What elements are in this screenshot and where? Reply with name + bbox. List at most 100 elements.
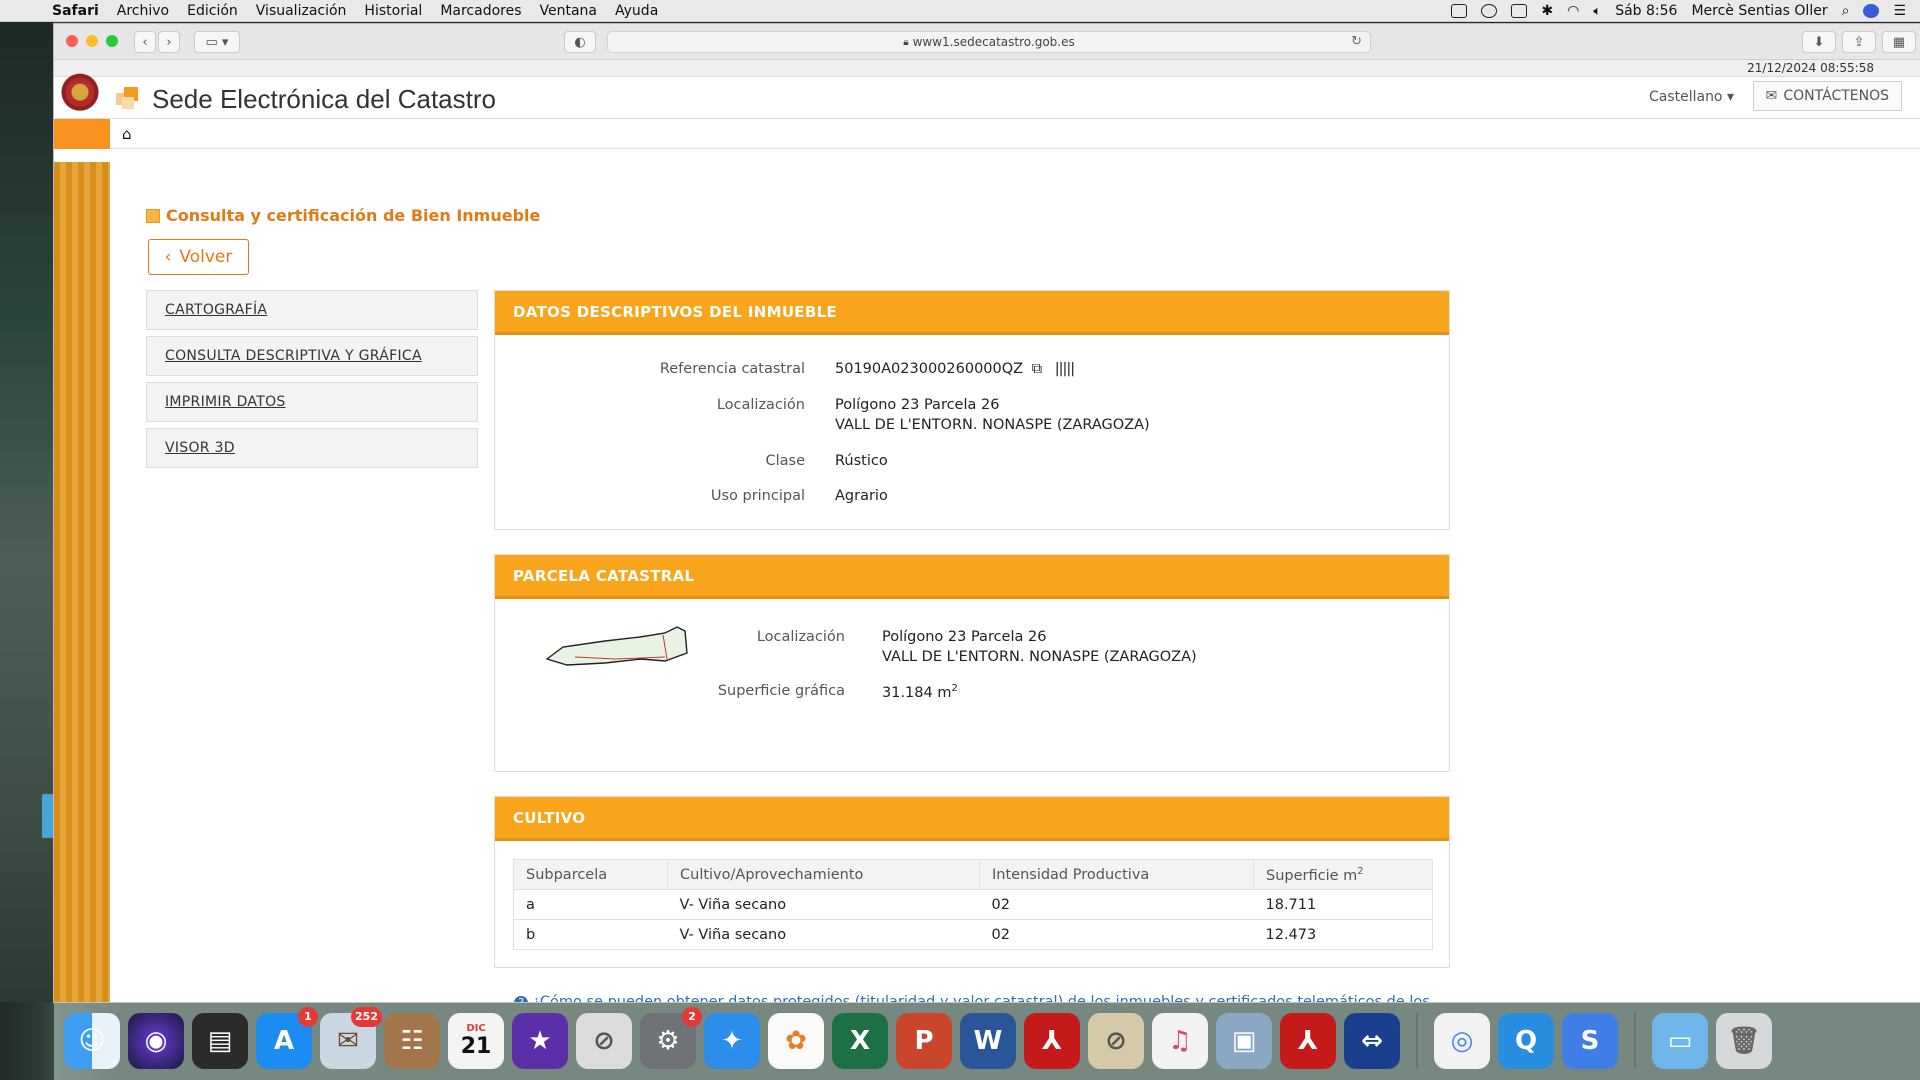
menu-historial[interactable]: Historial [364,3,422,19]
clase-value: Rústico [835,453,888,469]
app-store-icon[interactable]: A1 [256,1007,318,1069]
volume-icon[interactable]: 🔈︎ [1593,4,1601,19]
col-superficie: Superficie m2 [1253,859,1433,890]
spotlight-icon[interactable]: ⌕ [1842,3,1850,19]
contacts-icon[interactable]: ☷ [384,1013,440,1069]
notification-center-icon[interactable]: ☰ [1893,3,1906,19]
menu-ventana[interactable]: Ventana [540,3,598,19]
folder-icon [146,208,160,223]
decorative-side-band [54,162,110,1002]
cell-superficie: 12.473 [1253,919,1433,950]
trash-icon[interactable]: 🗑︎ [1716,1013,1772,1069]
disabled-app-icon[interactable]: ⊘ [576,1013,632,1069]
system-preferences-icon[interactable]: ⚙ 2 [640,1007,702,1069]
chevron-left-icon: ‹ [164,247,172,267]
language-selector[interactable]: Castellano ▾ [1649,89,1734,105]
calendar-icon[interactable]: DIC 21 [448,1013,504,1069]
language-label: Castellano [1648,89,1723,105]
protected-data-help-link[interactable]: ?¿Cómo se pueden obtener datos protegido… [494,994,1450,1002]
table-row: b V- Viña secano 02 12.473 [513,919,1433,950]
imovie-icon[interactable]: ★ [512,1013,568,1069]
lock-icon: 🔒︎ [903,36,909,48]
system-preferences-badge: 2 [682,1007,702,1027]
table-row: a V- Viña secano 02 18.711 [513,889,1433,920]
share-icon[interactable]: ⇪ [1842,31,1876,53]
powerpoint-icon[interactable]: P [896,1013,952,1069]
parcela-loc-line2: VALL DE L'ENTORN. NONASPE (ZARAGOZA) [882,649,1197,665]
finder-icon[interactable]: ☺ [64,1013,120,1069]
help-link-text: ¿Cómo se pueden obtener datos protegidos… [532,994,1430,1002]
sidebar-toggle-icon[interactable]: ▭ ▾ [194,31,240,53]
skype-like-icon[interactable]: S [1562,1013,1618,1069]
mail-icon[interactable]: ✉ 252 [320,1007,382,1069]
datos-panel: DATOS DESCRIPTIVOS DEL INMUEBLE Referenc… [494,290,1450,530]
parcela-loc-line1: Polígono 23 Parcela 26 [882,629,1047,645]
menu-archivo[interactable]: Archivo [117,3,169,19]
word-icon[interactable]: W [960,1013,1016,1069]
safari-dock-icon[interactable]: ✦ [704,1013,760,1069]
wifi-icon[interactable]: ◠ [1567,3,1579,19]
menu-ayuda[interactable]: Ayuda [615,3,658,19]
privacy-shield-icon[interactable]: ◐ [564,31,596,53]
cell-superficie: 18.711 [1253,889,1433,920]
bluetooth-icon[interactable]: ✱ [1541,3,1553,19]
side-menu-imprimir[interactable]: IMPRIMIR DATOS [146,382,478,422]
menu-marcadores[interactable]: Marcadores [440,3,521,19]
menu-app-name[interactable]: Safari [52,3,99,19]
back-button[interactable]: ‹ Volver [148,239,249,275]
photo-booth-icon[interactable]: ▤ [192,1013,248,1069]
quicktime-icon[interactable]: Q [1498,1013,1554,1069]
safari-window: ‹ › ▭ ▾ ◐ 🔒︎ www1.sedecatastro.gob.es ↻ … [54,24,1920,1002]
reload-icon[interactable]: ↻ [1351,34,1362,49]
menu-visualizacion[interactable]: Visualización [256,3,347,19]
site-title[interactable]: Sede Electrónica del Catastro [152,84,496,115]
zoom-window-button[interactable] [106,35,118,47]
home-icon[interactable]: ⌂ [122,125,132,143]
cell-cultivo: V- Viña secano [667,919,980,950]
ref-value-row: 50190A023000260000QZ ⧉ ||||| [835,361,1075,377]
chrome-icon[interactable]: ◎ [1434,1013,1490,1069]
menu-edicion[interactable]: Edición [187,3,238,19]
screen-mirror-icon[interactable] [1451,4,1468,18]
menu-user[interactable]: Mercè Sentias Oller [1691,3,1827,19]
barcode-icon[interactable]: ||||| [1055,361,1075,377]
cell-subparcela: a [513,889,668,920]
excel-icon[interactable]: X [832,1013,888,1069]
cultivo-table: Subparcela Cultivo/Aprovechamiento Inten… [513,859,1433,950]
close-window-button[interactable] [66,35,78,47]
music-icon[interactable]: ♫ [1152,1013,1208,1069]
side-menu-visor3d[interactable]: VISOR 3D [146,428,478,468]
catastro-logo-icon [116,87,140,111]
ref-label: Referencia catastral [659,361,805,377]
nav-accent-bar [54,119,110,149]
tab-overview-icon[interactable]: ▦ [1882,31,1916,53]
applications-folder-icon[interactable]: ▭ [1652,1013,1708,1069]
side-menu-consulta[interactable]: CONSULTA DESCRIPTIVA Y GRÁFICA [146,336,478,376]
minimize-window-button[interactable] [86,35,98,47]
desktop-wallpaper-strip [0,22,54,1002]
parcel-map-thumbnail[interactable] [545,617,695,677]
copy-icon[interactable]: ⧉ [1032,361,1042,377]
loc-line1: Polígono 23 Parcela 26 [835,397,1000,413]
back-arrow-icon[interactable]: ‹ [134,31,156,53]
preview-icon[interactable]: ▣ [1216,1013,1272,1069]
app-store-badge: 1 [298,1007,318,1027]
photos-icon[interactable]: ✿ [768,1013,824,1069]
menu-clock[interactable]: Sáb 8:56 [1615,3,1677,19]
sup-value-text: 31.184 m [882,684,952,701]
disabled-app-icon-2[interactable]: ⊘ [1088,1013,1144,1069]
time-machine-icon[interactable] [1481,4,1498,18]
address-bar[interactable]: 🔒︎ www1.sedecatastro.gob.es ↻ [607,31,1371,53]
keyboard-icon[interactable] [1511,4,1528,18]
siri-icon[interactable] [1863,4,1880,18]
contact-button[interactable]: ✉ CONTÁCTENOS [1752,81,1902,111]
downloads-icon[interactable]: ⬇ [1802,31,1836,53]
acrobat-reader-icon[interactable]: ⅄ [1280,1013,1336,1069]
desktop-item [42,794,54,838]
forward-arrow-icon[interactable]: › [158,31,180,53]
side-menu-cartografia[interactable]: CARTOGRAFÍA [146,290,478,330]
cell-intensidad: 02 [979,889,1254,920]
acrobat-icon[interactable]: ⅄ [1024,1013,1080,1069]
siri-dock-icon[interactable]: ◉ [128,1013,184,1069]
teamviewer-icon[interactable]: ⇔ [1344,1013,1400,1069]
